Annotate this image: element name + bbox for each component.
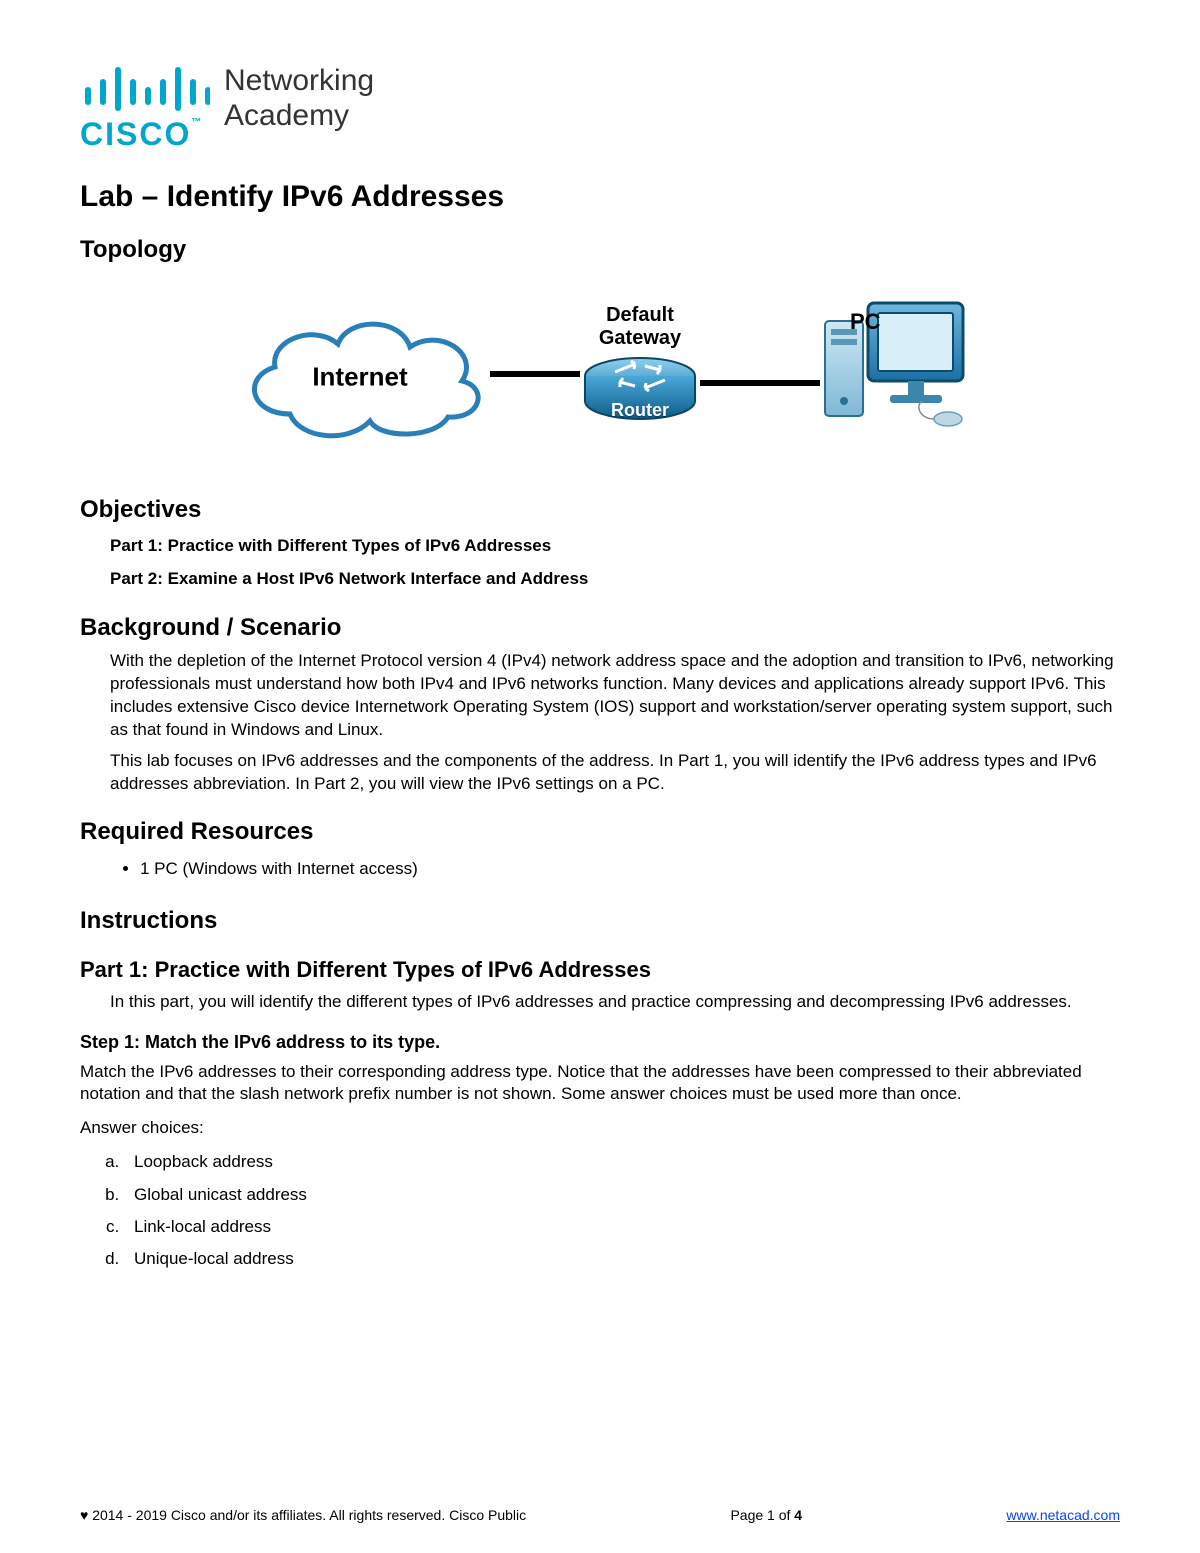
cisco-wordmark: CISCO™ (80, 118, 203, 150)
objectives-part1: Part 1: Practice with Different Types of… (110, 532, 1120, 559)
cisco-logo-block: CISCO™ Networking Academy (80, 60, 1120, 150)
page-title: Lab – Identify IPv6 Addresses (80, 180, 1120, 214)
step1-heading: Step 1: Match the IPv6 address to its ty… (80, 1032, 1120, 1053)
section-objectives: Objectives (80, 496, 1120, 524)
cisco-logo: CISCO™ (80, 60, 210, 150)
part1-heading: Part 1: Practice with Different Types of… (80, 957, 1120, 983)
logo-subtitle: Networking Academy (224, 64, 374, 133)
cisco-bars-icon (80, 60, 210, 120)
section-background: Background / Scenario (80, 614, 1120, 642)
section-resources: Required Resources (80, 818, 1120, 846)
background-p1: With the depletion of the Internet Proto… (110, 650, 1120, 742)
footer-page: Page 1 of 4 (730, 1507, 802, 1523)
gateway-label: Default Gateway (599, 304, 681, 350)
router-label: Router (611, 400, 669, 421)
footer-copyright: ♥ 2014 - 2019 Cisco and/or its affiliate… (80, 1507, 526, 1523)
list-item: 1 PC (Windows with Internet access) (140, 854, 1120, 885)
resources-list: 1 PC (Windows with Internet access) (140, 854, 1120, 885)
section-instructions: Instructions (80, 907, 1120, 935)
answer-choices-label: Answer choices: (80, 1118, 1120, 1138)
list-item: Global unicast address (124, 1179, 1120, 1211)
answer-choices-list: Loopback address Global unicast address … (124, 1146, 1120, 1275)
cloud-icon: Internet (230, 299, 490, 449)
part1-intro: In this part, you will identify the diff… (110, 991, 1120, 1014)
objectives-part2: Part 2: Examine a Host IPv6 Network Inte… (110, 565, 630, 592)
footer-link[interactable]: www.netacad.com (1006, 1507, 1120, 1523)
background-p2: This lab focuses on IPv6 addresses and t… (110, 750, 1120, 796)
list-item: Loopback address (124, 1146, 1120, 1178)
page-footer: ♥ 2014 - 2019 Cisco and/or its affiliate… (80, 1507, 1120, 1523)
pc-label: PC (850, 309, 1000, 335)
wire-1 (490, 371, 580, 377)
list-item: Unique-local address (124, 1243, 1120, 1275)
document-page: CISCO™ Networking Academy Lab – Identify… (0, 0, 1200, 1553)
internet-label: Internet (312, 362, 407, 393)
list-item: Link-local address (124, 1211, 1120, 1243)
topology-diagram: Internet Default Gateway (80, 274, 1120, 474)
router-block: Default Gateway (580, 304, 700, 445)
section-topology: Topology (80, 236, 1120, 264)
step1-body: Match the IPv6 addresses to their corres… (80, 1061, 1120, 1107)
wire-2 (700, 380, 820, 386)
